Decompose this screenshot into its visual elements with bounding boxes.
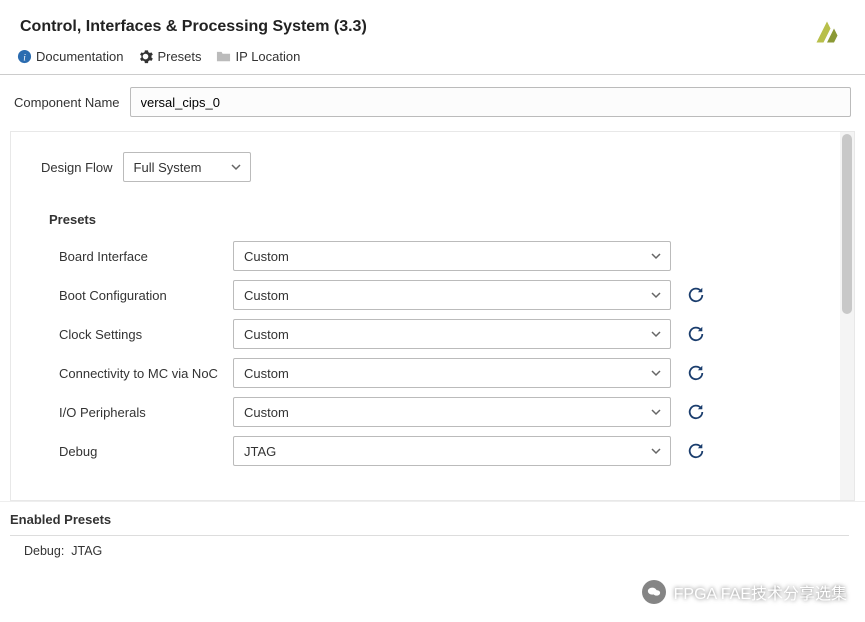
chevron-down-icon [650, 250, 662, 262]
watermark-text: FPGA FAE技术分享选集 [674, 580, 847, 604]
chevron-down-icon [650, 367, 662, 379]
preset-row-boot-configuration: Boot Configuration Custom [59, 280, 824, 310]
presets-link[interactable]: Presets [137, 48, 201, 64]
scrollbar-thumb[interactable] [842, 134, 852, 314]
preset-row-io-peripherals: I/O Peripherals Custom [59, 397, 824, 427]
xilinx-logo-icon [813, 18, 841, 46]
io-peripherals-select[interactable]: Custom [233, 397, 671, 427]
refresh-button[interactable] [685, 362, 707, 384]
connectivity-noc-select[interactable]: Custom [233, 358, 671, 388]
enabled-presets-section: Enabled Presets Debug: JTAG [0, 501, 865, 558]
preset-row-connectivity-noc: Connectivity to MC via NoC Custom [59, 358, 824, 388]
info-icon: i [16, 48, 32, 64]
enabled-preset-value: JTAG [71, 544, 102, 558]
documentation-link[interactable]: i Documentation [16, 48, 123, 64]
presets-heading: Presets [49, 212, 824, 227]
clock-settings-select[interactable]: Custom [233, 319, 671, 349]
refresh-button[interactable] [685, 401, 707, 423]
enabled-preset-label: Debug: [24, 544, 64, 558]
refresh-icon [687, 325, 705, 343]
select-value: Custom [244, 405, 289, 420]
select-value: Custom [244, 327, 289, 342]
preset-row-debug: Debug JTAG [59, 436, 824, 466]
page-title: Control, Interfaces & Processing System … [20, 18, 845, 36]
select-value: Custom [244, 366, 289, 381]
select-value: Custom [244, 288, 289, 303]
chevron-down-icon [650, 289, 662, 301]
chevron-down-icon [230, 161, 242, 173]
presets-label: Presets [157, 49, 201, 64]
design-flow-value: Full System [134, 160, 202, 175]
toolbar: i Documentation Presets IP Location [0, 48, 865, 75]
folder-icon [216, 48, 232, 64]
preset-label: I/O Peripherals [59, 405, 233, 420]
boot-configuration-select[interactable]: Custom [233, 280, 671, 310]
watermark: FPGA FAE技术分享选集 [642, 580, 847, 604]
select-value: JTAG [244, 444, 276, 459]
page-header: Control, Interfaces & Processing System … [0, 0, 865, 48]
chevron-down-icon [650, 445, 662, 457]
chevron-down-icon [650, 406, 662, 418]
design-flow-label: Design Flow [41, 160, 113, 175]
preset-label: Debug [59, 444, 233, 459]
preset-label: Boot Configuration [59, 288, 233, 303]
component-name-row: Component Name [0, 75, 865, 131]
preset-label: Clock Settings [59, 327, 233, 342]
ip-location-link[interactable]: IP Location [216, 48, 301, 64]
refresh-icon [687, 442, 705, 460]
enabled-presets-heading: Enabled Presets [10, 506, 849, 536]
component-name-input[interactable] [130, 87, 852, 117]
enabled-preset-item: Debug: JTAG [10, 536, 849, 558]
refresh-button[interactable] [685, 284, 707, 306]
refresh-button[interactable] [685, 440, 707, 462]
wechat-icon [642, 580, 666, 604]
select-value: Custom [244, 249, 289, 264]
preset-label: Board Interface [59, 249, 233, 264]
refresh-icon [687, 364, 705, 382]
preset-label: Connectivity to MC via NoC [59, 366, 233, 381]
refresh-button[interactable] [685, 323, 707, 345]
preset-row-clock-settings: Clock Settings Custom [59, 319, 824, 349]
component-name-label: Component Name [14, 95, 120, 110]
chevron-down-icon [650, 328, 662, 340]
config-panel: Design Flow Full System Presets Board In… [10, 131, 855, 501]
scrollbar[interactable] [840, 132, 854, 500]
ip-location-label: IP Location [236, 49, 301, 64]
refresh-icon [687, 403, 705, 421]
refresh-icon [687, 286, 705, 304]
board-interface-select[interactable]: Custom [233, 241, 671, 271]
preset-row-board-interface: Board Interface Custom [59, 241, 824, 271]
svg-text:i: i [23, 53, 26, 63]
design-flow-select[interactable]: Full System [123, 152, 251, 182]
documentation-label: Documentation [36, 49, 123, 64]
debug-select[interactable]: JTAG [233, 436, 671, 466]
design-flow-row: Design Flow Full System [41, 152, 824, 182]
gear-icon [137, 48, 153, 64]
